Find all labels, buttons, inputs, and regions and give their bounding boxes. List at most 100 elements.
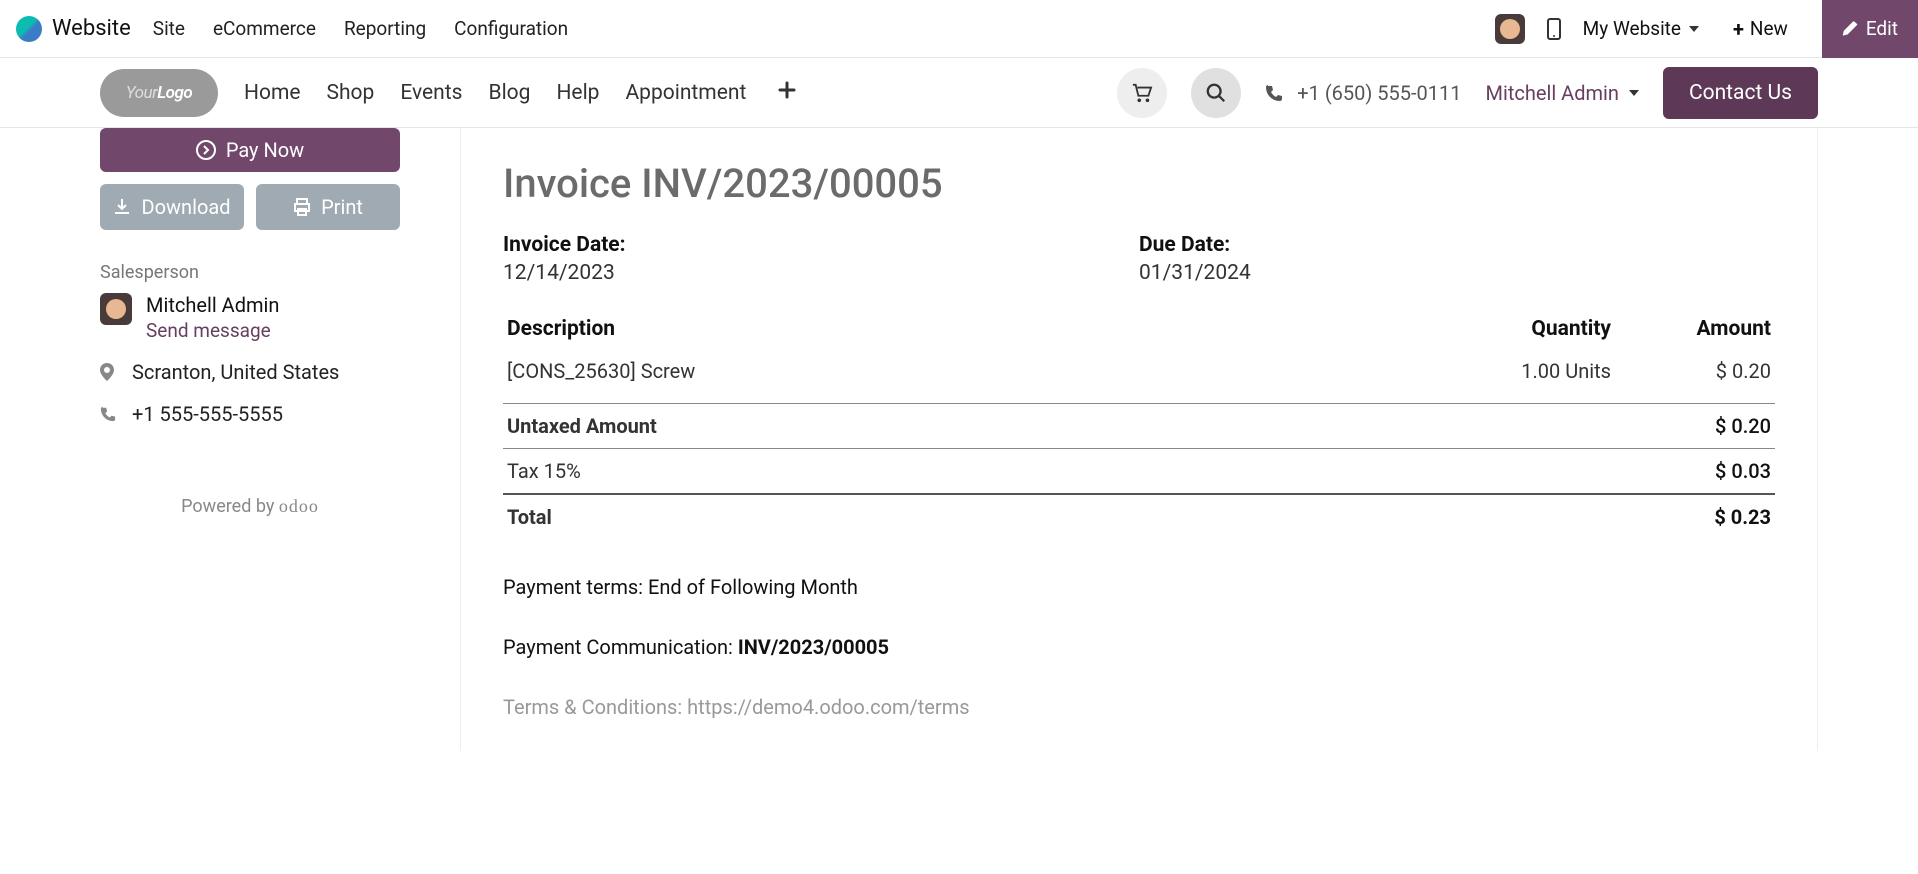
invoice-date-value: 12/14/2023 <box>503 261 1139 285</box>
location-line: Scranton, United States <box>100 360 400 384</box>
site-nav: Home Shop Events Blog Help Appointment <box>244 81 802 105</box>
print-icon <box>293 198 311 216</box>
avatar-face-icon <box>1500 19 1520 39</box>
admin-menu-configuration[interactable]: Configuration <box>454 17 568 40</box>
col-amount: Amount <box>1615 307 1775 351</box>
pay-now-label: Pay Now <box>226 138 304 162</box>
admin-menu-reporting[interactable]: Reporting <box>344 17 426 40</box>
phone-icon <box>1265 84 1283 102</box>
search-button[interactable] <box>1191 68 1241 118</box>
admin-menu-site[interactable]: Site <box>153 17 185 40</box>
payment-comm-value: INV/2023/00005 <box>738 635 889 659</box>
salesperson-section: Salesperson Mitchell Admin Send message … <box>100 262 400 426</box>
arrow-circle-right-icon <box>196 140 216 160</box>
phone-line: +1 555-555-5555 <box>100 402 400 426</box>
total-value: $ 0.23 <box>1405 494 1775 539</box>
main-content: Pay Now Download Print Salesperson Mitch… <box>0 128 1918 791</box>
user-name: Mitchell Admin <box>1486 81 1619 105</box>
powered-by[interactable]: Powered by odoo <box>100 496 400 517</box>
invoice-meta: Invoice Date: 12/14/2023 Due Date: 01/31… <box>503 233 1775 285</box>
caret-down-icon <box>1629 90 1639 96</box>
download-icon <box>113 198 131 216</box>
cart-icon <box>1131 83 1153 103</box>
header-phone-number: +1 (650) 555-0111 <box>1297 81 1461 105</box>
salesperson-card: Mitchell Admin Send message <box>100 293 400 342</box>
salesperson-label: Salesperson <box>100 262 400 283</box>
download-label: Download <box>141 195 230 219</box>
location-text: Scranton, United States <box>132 360 339 384</box>
pencil-icon <box>1842 21 1858 37</box>
line-amount: $ 0.20 <box>1615 351 1775 403</box>
print-button[interactable]: Print <box>256 184 400 230</box>
user-avatar[interactable] <box>1495 14 1525 44</box>
invoice-lines-table: Description Quantity Amount [CONS_25630]… <box>503 307 1775 403</box>
website-app-icon <box>16 16 42 42</box>
admin-bar-right: My Website + New Edit <box>1495 0 1918 58</box>
send-message-link[interactable]: Send message <box>146 319 279 342</box>
contact-us-label: Contact Us <box>1689 81 1792 105</box>
edit-button[interactable]: Edit <box>1822 0 1918 58</box>
tax-value: $ 0.03 <box>1405 449 1775 495</box>
pin-icon <box>100 363 118 381</box>
admin-menu: Site eCommerce Reporting Configuration <box>153 17 568 40</box>
search-icon <box>1205 82 1227 104</box>
plus-icon: + <box>1733 17 1744 41</box>
untaxed-value: $ 0.20 <box>1405 404 1775 449</box>
untaxed-label: Untaxed Amount <box>503 404 1405 449</box>
website-selector-label: My Website <box>1583 17 1681 40</box>
admin-brand[interactable]: Website <box>16 16 131 42</box>
plus-icon <box>778 81 796 99</box>
salesperson-info: Mitchell Admin Send message <box>146 293 279 342</box>
col-quantity: Quantity <box>1435 307 1615 351</box>
tax-label: Tax 15% <box>503 449 1405 495</box>
header-phone[interactable]: +1 (650) 555-0111 <box>1265 81 1461 105</box>
salesperson-avatar <box>100 293 132 325</box>
invoice-date-block: Invoice Date: 12/14/2023 <box>503 233 1139 285</box>
line-description: [CONS_25630] Screw <box>503 351 1435 403</box>
terms-and-conditions[interactable]: Terms & Conditions: https://demo4.odoo.c… <box>503 695 1775 719</box>
cart-button[interactable] <box>1117 68 1167 118</box>
site-header: YourLogo Home Shop Events Blog Help Appo… <box>0 58 1918 128</box>
new-button[interactable]: + New <box>1721 17 1800 41</box>
powered-prefix: Powered by <box>181 496 279 517</box>
payment-comm-label: Payment Communication: <box>503 635 738 659</box>
phone-icon <box>100 406 118 422</box>
nav-appointment[interactable]: Appointment <box>625 81 746 105</box>
contact-us-button[interactable]: Contact Us <box>1663 67 1818 119</box>
admin-bar: Website Site eCommerce Reporting Configu… <box>0 0 1918 58</box>
nav-home[interactable]: Home <box>244 81 301 105</box>
website-selector[interactable]: My Website <box>1583 17 1699 40</box>
nav-help[interactable]: Help <box>556 81 599 105</box>
nav-shop[interactable]: Shop <box>327 81 375 105</box>
site-header-right: +1 (650) 555-0111 Mitchell Admin Contact… <box>1117 67 1818 119</box>
edit-button-label: Edit <box>1866 17 1898 40</box>
new-button-label: New <box>1750 17 1788 40</box>
sidebar: Pay Now Download Print Salesperson Mitch… <box>100 128 400 751</box>
due-date-value: 01/31/2024 <box>1139 261 1775 285</box>
line-quantity: 1.00 Units <box>1435 351 1615 403</box>
site-logo[interactable]: YourLogo <box>100 69 218 117</box>
print-label: Print <box>321 195 363 219</box>
salesperson-name: Mitchell Admin <box>146 293 279 317</box>
payment-communication: Payment Communication: INV/2023/00005 <box>503 635 1775 659</box>
download-button[interactable]: Download <box>100 184 244 230</box>
nav-blog[interactable]: Blog <box>488 81 530 105</box>
pay-now-button[interactable]: Pay Now <box>100 128 400 172</box>
table-row: [CONS_25630] Screw 1.00 Units $ 0.20 <box>503 351 1775 403</box>
payment-terms: Payment terms: End of Following Month <box>503 575 1775 599</box>
due-date-block: Due Date: 01/31/2024 <box>1139 233 1775 285</box>
user-dropdown[interactable]: Mitchell Admin <box>1486 81 1639 105</box>
totals-table: Untaxed Amount $ 0.20 Tax 15% $ 0.03 Tot… <box>503 403 1775 539</box>
admin-menu-ecommerce[interactable]: eCommerce <box>213 17 316 40</box>
invoice-title: Invoice INV/2023/00005 <box>503 160 1775 207</box>
add-page-button[interactable] <box>772 81 802 105</box>
mobile-preview-icon[interactable] <box>1547 18 1561 40</box>
sidebar-button-row: Download Print <box>100 184 400 230</box>
avatar-face-icon <box>106 299 126 319</box>
phone-text: +1 555-555-5555 <box>132 402 283 426</box>
caret-down-icon <box>1689 26 1699 32</box>
invoice-content: Invoice INV/2023/00005 Invoice Date: 12/… <box>460 128 1818 751</box>
invoice-date-label: Invoice Date: <box>503 233 1139 257</box>
nav-events[interactable]: Events <box>400 81 462 105</box>
due-date-label: Due Date: <box>1139 233 1775 257</box>
